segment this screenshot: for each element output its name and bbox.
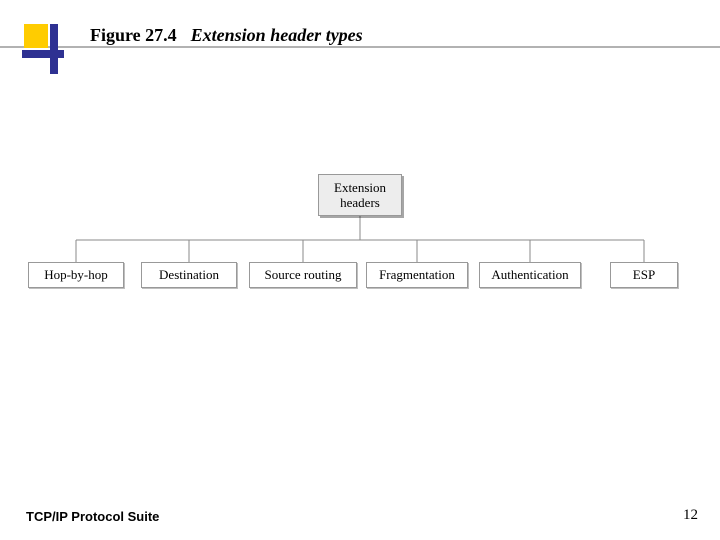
- leaf-label: Destination: [159, 267, 219, 282]
- leaf-label: Hop-by-hop: [44, 267, 108, 282]
- leaf-label: Fragmentation: [379, 267, 455, 282]
- leaf-node-authentication: Authentication: [479, 262, 581, 288]
- logo-icon: [22, 24, 64, 66]
- page-number: 12: [683, 507, 698, 524]
- root-line2: headers: [327, 195, 393, 210]
- footer-text: TCP/IP Protocol Suite: [26, 509, 159, 524]
- figure-caption: Extension header types: [191, 25, 363, 45]
- leaf-label: Source routing: [265, 267, 342, 282]
- leaf-node-fragmentation: Fragmentation: [366, 262, 468, 288]
- figure-title: Figure 27.4 Extension header types: [90, 24, 363, 46]
- slide-header: Figure 27.4 Extension header types: [0, 10, 720, 76]
- figure-number: Figure 27.4: [90, 25, 177, 45]
- leaf-node-source-routing: Source routing: [249, 262, 357, 288]
- hierarchy-diagram: Extension headers Hop-by-hop Destination…: [20, 170, 700, 340]
- header-rule: [0, 46, 720, 48]
- leaf-label: ESP: [633, 267, 655, 282]
- leaf-label: Authentication: [491, 267, 568, 282]
- root-node: Extension headers: [318, 174, 402, 216]
- leaf-node-hop-by-hop: Hop-by-hop: [28, 262, 124, 288]
- root-line1: Extension: [327, 180, 393, 195]
- leaf-node-esp: ESP: [610, 262, 678, 288]
- leaf-node-destination: Destination: [141, 262, 237, 288]
